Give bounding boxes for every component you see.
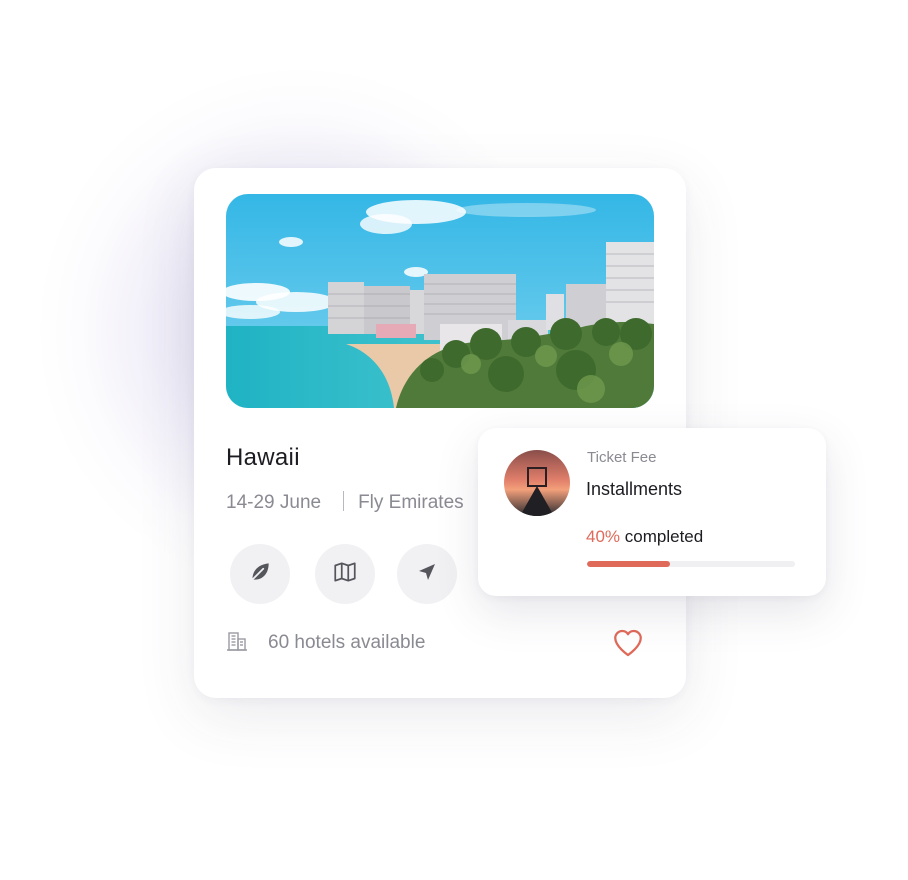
ticket-fee-label: Ticket Fee [587,449,657,466]
send-button[interactable] [397,544,457,604]
meta-divider [343,491,345,511]
progress-percent: 40% [586,527,621,546]
airline-name: Fly Emirates [358,492,464,513]
trip-dates: 14-29 June [226,492,322,513]
progress-status: 40% completed [586,527,703,547]
ticket-fee-card[interactable]: Ticket Fee Installments 40% completed [478,428,826,596]
destination-photo [226,194,654,408]
scene: Hawaii 14-29 June Fly Emirates 60 hotels… [0,0,908,880]
installments-title: Installments [586,479,683,499]
trip-meta: 14-29 June Fly Emirates [226,491,464,514]
map-icon [332,559,358,590]
destination-title: Hawaii [226,444,300,471]
heart-icon [611,629,645,664]
ticket-thumbnail [504,450,570,516]
send-icon [415,560,439,589]
hotels-count: 60 hotels available [268,632,426,653]
leaf-icon [247,559,273,590]
map-button[interactable] [315,544,375,604]
building-icon [226,630,248,657]
favorite-button[interactable] [611,626,645,660]
progress-fill [587,561,671,567]
progress-label: completed [624,527,704,546]
hotels-info: 60 hotels available [226,628,425,658]
progress-bar [587,561,795,567]
leaf-button[interactable] [230,544,290,604]
